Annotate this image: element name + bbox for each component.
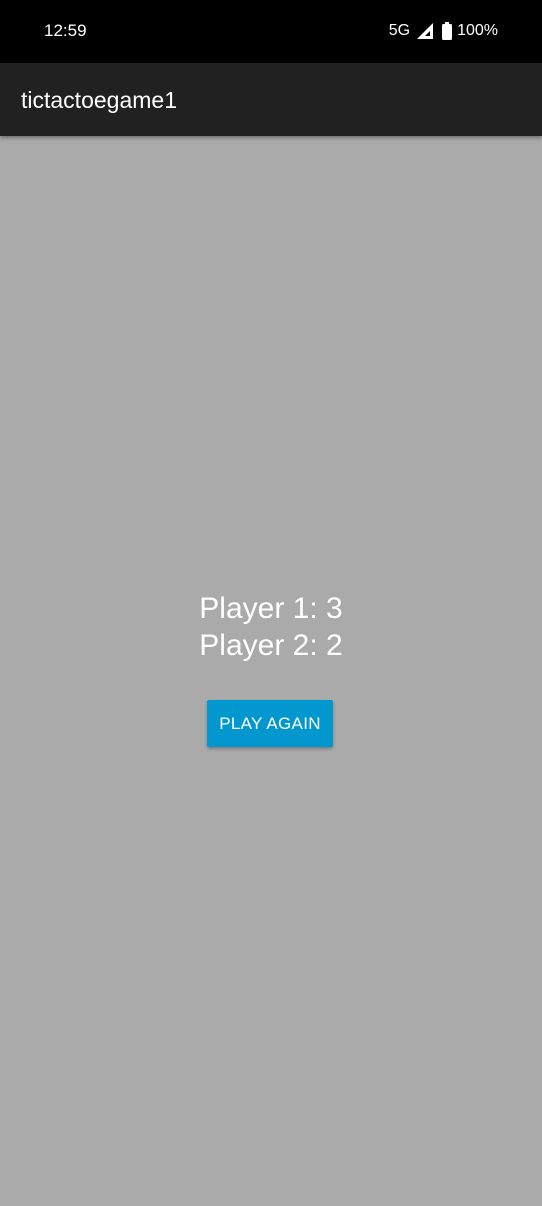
play-again-button[interactable]: PLAY AGAIN bbox=[207, 700, 333, 747]
status-bar: 12:59 5G 100% bbox=[0, 0, 542, 63]
battery-percentage: 100% bbox=[457, 22, 498, 39]
status-indicators: 5G 100% bbox=[389, 20, 498, 42]
app-title: tictactoegame1 bbox=[21, 87, 177, 113]
app-bar: tictactoegame1 bbox=[0, 63, 542, 136]
signal-icon bbox=[417, 23, 434, 39]
score-board: Player 1: 3 Player 2: 2 bbox=[0, 590, 542, 664]
status-time: 12:59 bbox=[44, 21, 87, 40]
battery-icon bbox=[442, 22, 453, 40]
network-type: 5G bbox=[388, 22, 411, 39]
player1-score: Player 1: 3 bbox=[199, 592, 343, 625]
player2-score: Player 2: 2 bbox=[199, 629, 343, 662]
